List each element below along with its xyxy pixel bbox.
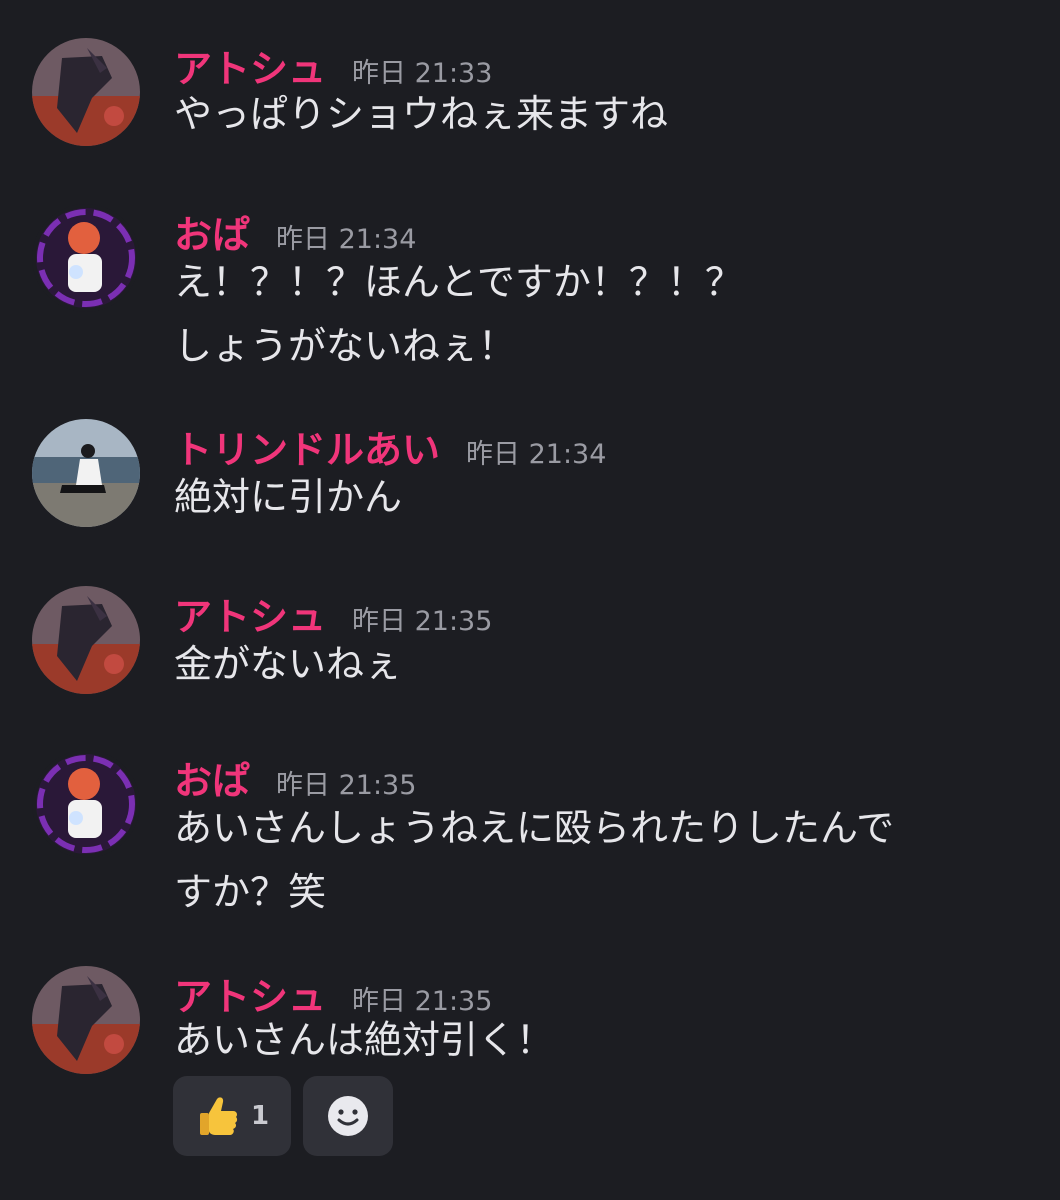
thumbs-up-icon xyxy=(199,1097,238,1135)
message-line: すか？笑 xyxy=(174,870,327,914)
message-text: やっぱりショウねぇ来ますね xyxy=(174,82,668,146)
reaction-thumbs-up[interactable]: 1 xyxy=(173,1076,291,1156)
message-text: 金がないねぇ xyxy=(174,632,402,696)
timestamp: 昨日 21:34 xyxy=(466,439,607,470)
avatar-image xyxy=(32,750,140,858)
message-line: 絶対に引かん xyxy=(174,475,403,519)
add-reaction-smiley-icon xyxy=(328,1096,368,1136)
reactions-bar: 1 xyxy=(173,1076,393,1156)
add-reaction-button[interactable] xyxy=(303,1076,393,1156)
avatar-image xyxy=(32,586,140,694)
avatar-atoshu[interactable] xyxy=(32,586,140,694)
message-text: 絶対に引かん xyxy=(174,465,402,529)
reaction-count: 1 xyxy=(250,1101,270,1131)
avatar-atoshu[interactable] xyxy=(32,966,140,1074)
avatar-image xyxy=(32,38,140,146)
message-line: あいさんは絶対引く！ xyxy=(174,1018,555,1062)
message-line: え！？！？ほんとですか！？！？ xyxy=(174,260,743,304)
avatar-torindoru-ai[interactable] xyxy=(32,419,140,527)
avatar-opa[interactable] xyxy=(32,750,140,858)
message-text: え！？！？ほんとですか！？！？ しょうがないねぇ！ xyxy=(174,250,743,378)
avatar-image xyxy=(32,966,140,1074)
message-text: あいさんは絶対引く！ xyxy=(174,1008,554,1072)
message-line: 金がないねぇ xyxy=(174,642,403,686)
avatar-opa[interactable] xyxy=(32,204,140,312)
avatar-image xyxy=(32,419,140,527)
message-line: あいさんしょうねえに殴られたりしたんで xyxy=(174,806,895,850)
message-line: やっぱりショウねぇ来ますね xyxy=(174,92,669,136)
avatar-image xyxy=(32,204,140,312)
message-line: しょうがないねぇ！ xyxy=(174,324,517,368)
avatar-atoshu[interactable] xyxy=(32,38,140,146)
message-text: あいさんしょうねえに殴られたりしたんで すか？笑 xyxy=(174,796,894,924)
